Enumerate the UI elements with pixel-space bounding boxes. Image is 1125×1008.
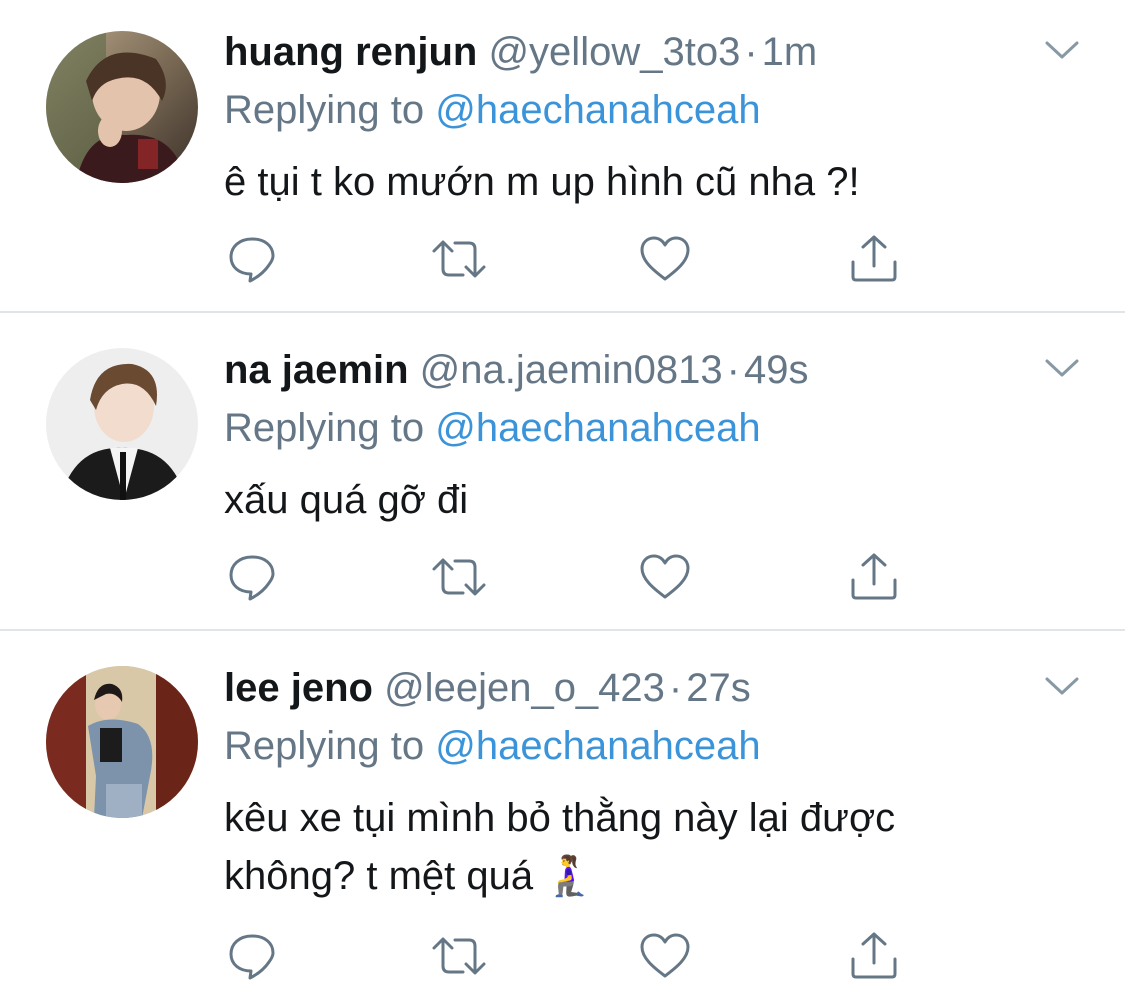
avatar[interactable] [46, 31, 198, 183]
retweet-button[interactable] [429, 552, 489, 602]
like-button[interactable] [637, 234, 697, 284]
reply-button[interactable] [224, 552, 284, 602]
timestamp[interactable]: 49s [744, 348, 809, 392]
display-name[interactable]: lee jeno [224, 666, 373, 710]
speech-bubble-icon [229, 555, 275, 601]
avatar-photo-renjun [46, 31, 198, 183]
share-upload-icon [851, 235, 897, 282]
tweet-actions [224, 234, 924, 284]
tweet[interactable]: huang renjun @yellow_3to3 · 1m Replying to… [0, 0, 1125, 311]
like-button[interactable] [637, 552, 697, 602]
tweet-text: kêu xe tụi mình bỏ thằng này lại được kh… [224, 789, 1084, 905]
share-button[interactable] [846, 931, 906, 981]
speech-bubble-icon [229, 237, 275, 283]
heart-icon [640, 554, 690, 599]
timestamp[interactable]: 27s [686, 666, 751, 710]
share-button[interactable] [846, 552, 906, 602]
mention-link[interactable]: @haechanahceah [435, 88, 760, 132]
replying-to: Replying to @haechanahceah [224, 85, 761, 135]
avatar-photo-jeno [46, 666, 198, 818]
tweet-header: lee jeno @leejen_o_423 · 27s [224, 663, 751, 713]
more-options-button[interactable] [1041, 36, 1083, 64]
reply-button[interactable] [224, 931, 284, 981]
share-upload-icon [851, 932, 897, 979]
display-name[interactable]: huang renjun [224, 30, 477, 74]
separator: · [668, 666, 683, 710]
tweet-text-line: không? t mệt quá 🧎‍♀️ [224, 854, 595, 898]
avatar[interactable] [46, 348, 198, 500]
avatar[interactable] [46, 666, 198, 818]
retweet-button[interactable] [429, 931, 489, 981]
separator: · [726, 348, 740, 392]
timestamp[interactable]: 1m [762, 30, 818, 74]
heart-icon [640, 933, 690, 978]
replying-to-label: Replying to [224, 406, 425, 450]
tweet[interactable]: na jaemin @na.jaemin0813 · 49s Replying to… [0, 313, 1125, 629]
tweet-text: xấu quá gỡ đi [224, 478, 469, 522]
user-handle[interactable]: @yellow_3to3 [488, 30, 740, 74]
replying-to-label: Replying to [224, 88, 425, 132]
tweet-header: na jaemin @na.jaemin0813 · 49s [224, 345, 809, 395]
retweet-arrows-icon [432, 240, 486, 278]
replying-to-label: Replying to [224, 724, 425, 768]
user-handle[interactable]: @leejen_o_423 [384, 666, 665, 710]
more-options-button[interactable] [1041, 672, 1083, 700]
mention-link[interactable]: @haechanahceah [435, 406, 760, 450]
tweet-text-line: kêu xe tụi mình bỏ thằng này lại được [224, 796, 896, 840]
retweet-arrows-icon [432, 937, 486, 975]
retweet-button[interactable] [429, 234, 489, 284]
tweet-header: huang renjun @yellow_3to3 · 1m [224, 27, 817, 77]
tweet-actions [224, 552, 924, 602]
speech-bubble-icon [229, 934, 275, 980]
heart-icon [640, 236, 690, 281]
tweet-actions [224, 931, 924, 981]
retweet-arrows-icon [432, 558, 486, 596]
tweet[interactable]: lee jeno @leejen_o_423 · 27s Replying to @… [0, 631, 1125, 1008]
chevron-down-icon [1045, 41, 1079, 59]
display-name[interactable]: na jaemin [224, 348, 409, 392]
reply-button[interactable] [224, 234, 284, 284]
more-options-button[interactable] [1041, 354, 1083, 382]
tweet-text: ê tụi t ko mướn m up hình cũ nha ?! [224, 160, 860, 204]
chevron-down-icon [1045, 359, 1079, 377]
separator: · [744, 30, 758, 74]
replying-to: Replying to @haechanahceah [224, 403, 761, 453]
replying-to: Replying to @haechanahceah [224, 721, 761, 771]
share-upload-icon [851, 553, 897, 600]
user-handle[interactable]: @na.jaemin0813 [420, 348, 723, 392]
share-button[interactable] [846, 234, 906, 284]
mention-link[interactable]: @haechanahceah [435, 724, 760, 768]
avatar-photo-jaemin [46, 348, 198, 500]
like-button[interactable] [637, 931, 697, 981]
chevron-down-icon [1045, 677, 1079, 695]
